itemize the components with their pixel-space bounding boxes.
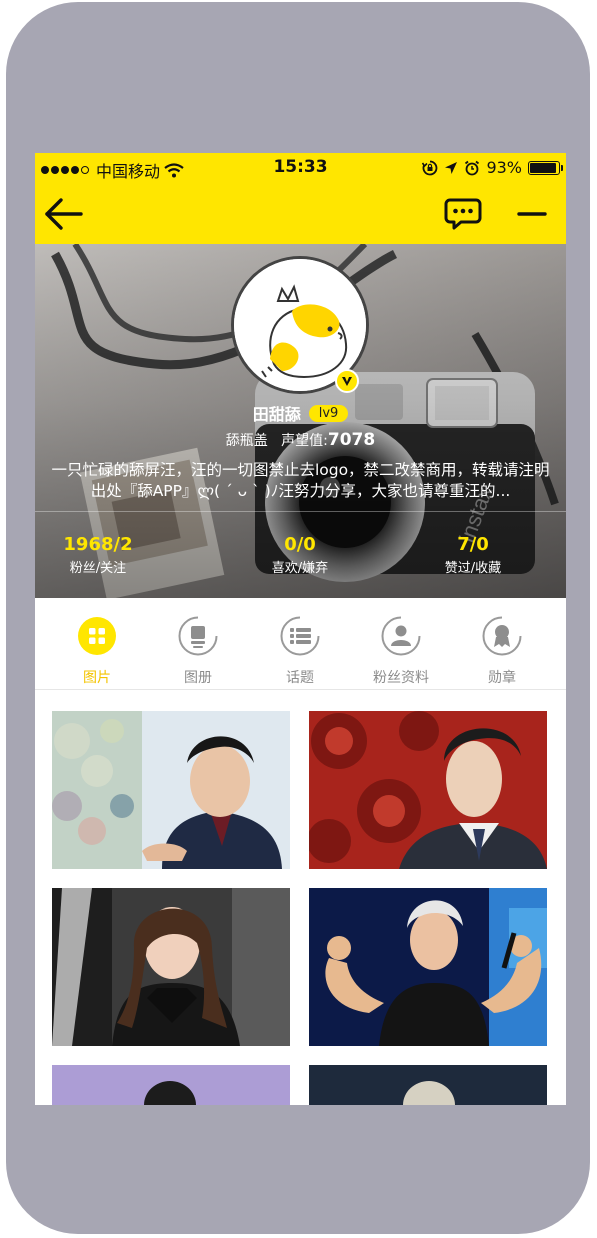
name-row: 田甜舔 lv9	[35, 401, 566, 425]
tab-pictures[interactable]: 图片	[52, 616, 142, 687]
bio-text: 一只忙碌的舔屏汪，汪的一切图禁止去logo，禁二改禁商用，转载请注明出处『舔AP…	[51, 461, 550, 500]
gallery-photo[interactable]	[52, 1065, 290, 1105]
battery-level	[530, 162, 557, 173]
tab-bar: 图片 图册 话题 粉丝资料 勋章	[35, 598, 566, 690]
tab-fan-profile[interactable]: 粉丝资料	[356, 616, 446, 687]
stat-favorites[interactable]: 7/0 赞过/收藏	[393, 534, 553, 576]
user-title: 舔瓶盖	[225, 433, 268, 449]
status-bar: 中国移动 15:33 93%	[35, 153, 566, 183]
album-icon	[178, 616, 218, 656]
back-arrow-icon[interactable]	[41, 194, 85, 234]
stat-favorites-value: 7/0	[457, 534, 489, 555]
topic-list-icon	[280, 616, 320, 656]
location-arrow-icon	[445, 161, 458, 174]
stats-divider	[35, 511, 566, 512]
minus-icon[interactable]	[515, 197, 549, 231]
stat-likes[interactable]: 0/0 喜欢/嫌弃	[220, 534, 380, 576]
gallery-photo[interactable]	[309, 711, 547, 869]
tab-pictures-label: 图片	[83, 670, 111, 686]
status-right: 93%	[422, 158, 563, 177]
tab-topics-label: 话题	[286, 670, 314, 686]
battery-icon	[528, 160, 563, 175]
stat-followers-value: 1968/2	[63, 534, 133, 555]
battery-percent: 93%	[486, 158, 522, 177]
stat-favorites-label: 赞过/收藏	[444, 561, 502, 576]
person-icon	[381, 616, 421, 656]
grid-icon	[78, 617, 116, 655]
nav-bar	[35, 183, 566, 244]
tab-topics[interactable]: 话题	[255, 616, 345, 687]
level-badge: lv9	[308, 404, 349, 422]
stat-likes-value: 0/0	[284, 534, 316, 555]
app-screen: 中国移动 15:33 93% 田甜舔 lv9 舔瓶盖 声望值:7078 一只忙碌…	[35, 153, 566, 1105]
tab-medals-label: 勋章	[488, 670, 516, 686]
tab-albums[interactable]: 图册	[153, 616, 243, 687]
verified-v-icon	[335, 369, 359, 393]
gallery-photo[interactable]	[52, 711, 290, 869]
reputation-value: 7078	[327, 430, 376, 450]
stat-likes-label: 喜欢/嫌弃	[271, 561, 329, 576]
photo-gallery	[35, 691, 566, 1105]
profile-header: instax 田甜舔 lv9 舔瓶盖 声望值:7078	[35, 244, 566, 598]
tab-medals[interactable]: 勋章	[457, 616, 547, 687]
stat-followers[interactable]: 1968/2 粉丝/关注	[35, 534, 178, 576]
username: 田甜舔	[252, 405, 301, 424]
rotation-lock-icon	[422, 160, 438, 175]
gallery-photo[interactable]	[309, 888, 547, 1046]
alarm-clock-icon	[465, 160, 480, 175]
reputation-row: 舔瓶盖 声望值:7078	[35, 430, 566, 450]
medal-icon	[482, 616, 522, 656]
chat-bubble-icon[interactable]	[444, 197, 482, 231]
stat-followers-label: 粉丝/关注	[69, 561, 127, 576]
reputation-label: 声望值:	[281, 433, 328, 449]
gallery-photo[interactable]	[309, 1065, 547, 1105]
tab-fan-profile-label: 粉丝资料	[373, 670, 429, 686]
tab-albums-label: 图册	[184, 670, 212, 686]
gallery-photo[interactable]	[52, 888, 290, 1046]
